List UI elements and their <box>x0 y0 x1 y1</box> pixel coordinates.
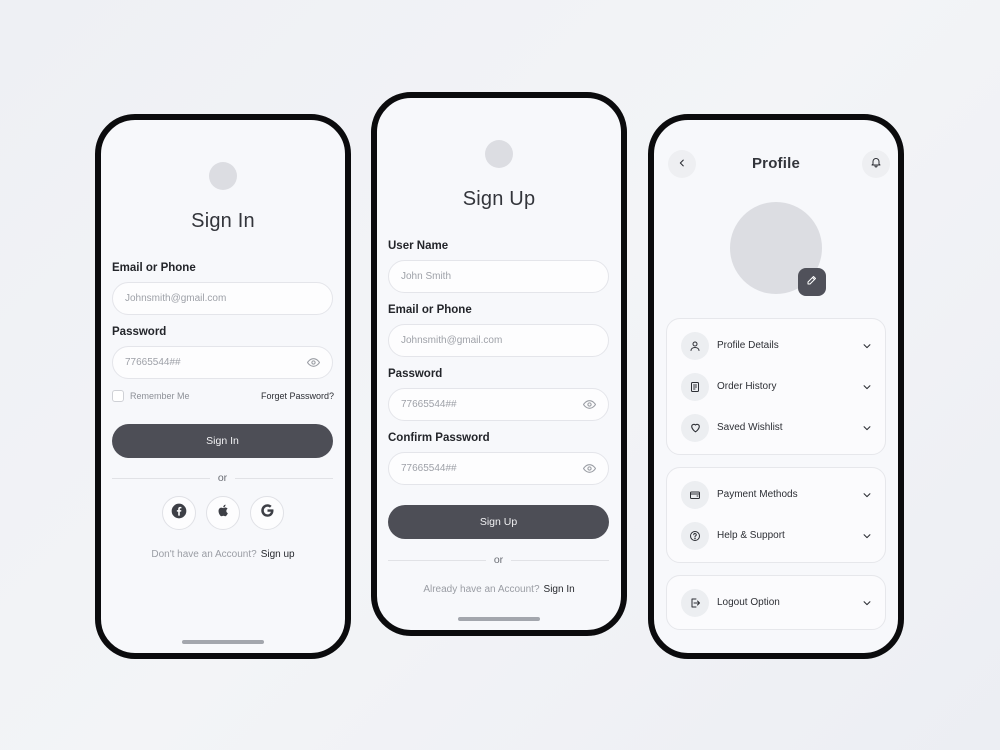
home-indicator <box>182 640 264 644</box>
help-icon <box>681 521 709 550</box>
chevron-down-icon[interactable] <box>861 597 873 609</box>
sign-in-link[interactable]: Sign In <box>544 584 575 595</box>
sign-in-button[interactable]: Sign In <box>112 424 333 458</box>
payment-card: Payment Methods Help & Support <box>666 467 886 563</box>
notifications-button[interactable] <box>862 150 890 178</box>
chevron-down-icon[interactable] <box>861 489 873 501</box>
eye-icon[interactable] <box>582 398 596 412</box>
logo-placeholder <box>485 140 513 168</box>
confirm-password-placeholder: 77665544## <box>401 463 457 474</box>
account-card: Profile Details Order History Saved Wishli… <box>666 318 886 455</box>
menu-item-label: Profile Details <box>717 340 779 351</box>
footer-text: Already have an Account? <box>423 584 540 595</box>
apple-icon <box>216 503 231 523</box>
menu-item-profile-details[interactable]: Profile Details <box>667 325 885 366</box>
eye-icon[interactable] <box>582 462 596 476</box>
heart-icon <box>681 413 709 442</box>
username-field[interactable]: John Smith <box>388 260 609 293</box>
remember-checkbox[interactable] <box>112 390 124 402</box>
pencil-icon <box>806 273 818 291</box>
password-placeholder: 77665544## <box>401 399 457 410</box>
user-icon <box>681 331 709 360</box>
facebook-button[interactable] <box>162 496 196 530</box>
logo-placeholder <box>209 162 237 190</box>
password-label: Password <box>112 326 167 338</box>
google-button[interactable] <box>250 496 284 530</box>
sign-in-phone: Sign In Email or Phone Johnsmith@gmail.c… <box>95 114 351 659</box>
remember-label: Remember Me <box>130 391 190 401</box>
eye-icon[interactable] <box>306 356 320 370</box>
sign-in-title: Sign In <box>191 210 255 232</box>
sign-up-phone: Sign Up User Name John Smith Email or Ph… <box>371 92 627 636</box>
edit-avatar-button[interactable] <box>798 268 826 296</box>
or-text: or <box>217 472 228 484</box>
receipt-icon <box>681 372 709 401</box>
chevron-down-icon[interactable] <box>861 422 873 434</box>
menu-item-label: Order History <box>717 381 777 392</box>
email-field[interactable]: Johnsmith@gmail.com <box>112 282 333 315</box>
email-field[interactable]: Johnsmith@gmail.com <box>388 324 609 357</box>
password-field[interactable]: 77665544## <box>388 388 609 421</box>
chevron-down-icon[interactable] <box>861 340 873 352</box>
sign-up-title: Sign Up <box>462 188 536 210</box>
sign-up-button[interactable]: Sign Up <box>388 505 609 539</box>
google-icon <box>260 503 275 523</box>
apple-button[interactable] <box>206 496 240 530</box>
menu-item-help-support[interactable]: Help & Support <box>667 515 885 556</box>
menu-item-label: Help & Support <box>717 530 785 541</box>
email-label: Email or Phone <box>112 262 196 274</box>
forget-password-link[interactable]: Forget Password? <box>261 391 334 401</box>
or-text: or <box>493 554 504 566</box>
username-label: User Name <box>388 240 449 252</box>
username-placeholder: John Smith <box>401 271 452 282</box>
or-divider: or <box>112 471 333 485</box>
facebook-icon <box>171 503 187 524</box>
menu-item-label: Payment Methods <box>717 489 798 500</box>
password-field[interactable]: 77665544## <box>112 346 333 379</box>
home-indicator <box>458 617 540 621</box>
remember-me[interactable]: Remember Me <box>112 390 190 402</box>
confirm-password-field[interactable]: 77665544## <box>388 452 609 485</box>
menu-item-order-history[interactable]: Order History <box>667 366 885 407</box>
menu-item-label: Logout Option <box>717 597 780 608</box>
password-placeholder: 77665544## <box>125 357 181 368</box>
password-label: Password <box>388 368 443 380</box>
email-label: Email or Phone <box>388 304 472 316</box>
logout-icon <box>681 588 709 617</box>
social-login-row <box>101 496 345 530</box>
menu-item-logout-option[interactable]: Logout Option <box>667 582 885 623</box>
menu-item-label: Saved Wishlist <box>717 422 783 433</box>
wallet-icon <box>681 480 709 509</box>
sign-up-link[interactable]: Sign up <box>261 549 295 560</box>
or-divider: or <box>388 553 609 567</box>
sign-in-footer: Don't have an Account? Sign up <box>101 549 345 560</box>
email-placeholder: Johnsmith@gmail.com <box>401 335 503 346</box>
menu-item-saved-wishlist[interactable]: Saved Wishlist <box>667 407 885 448</box>
logout-card: Logout Option <box>666 575 886 630</box>
chevron-down-icon[interactable] <box>861 381 873 393</box>
chevron-down-icon[interactable] <box>861 530 873 542</box>
sign-up-footer: Already have an Account? Sign In <box>377 584 621 595</box>
profile-phone: Profile Profile Details Order History Save… <box>648 114 904 659</box>
email-placeholder: Johnsmith@gmail.com <box>125 293 227 304</box>
bell-icon <box>870 155 882 173</box>
confirm-password-label: Confirm Password <box>388 432 490 444</box>
footer-text: Don't have an Account? <box>151 549 257 560</box>
menu-item-payment-methods[interactable]: Payment Methods <box>667 474 885 515</box>
